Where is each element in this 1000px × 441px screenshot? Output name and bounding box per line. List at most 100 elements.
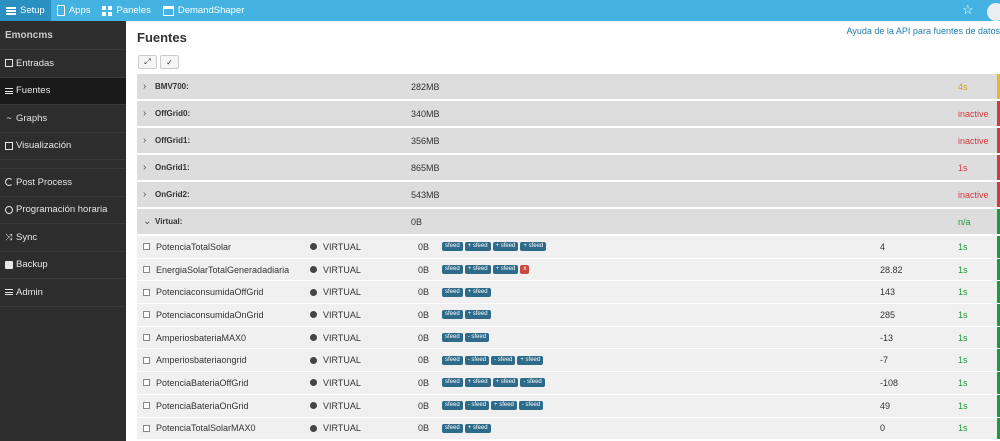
server-icon [5, 289, 13, 296]
process-list: sfeed + sfeed [442, 287, 491, 297]
feed-checkbox[interactable] [143, 243, 150, 251]
expand-all-button[interactable]: ⤢ [138, 55, 157, 69]
feed-checkbox[interactable] [143, 266, 150, 274]
feed-row[interactable]: EnergiaSolarTotalGeneradadiaria VIRTUAL 0B… [137, 258, 1000, 282]
group-size: 0B [411, 216, 423, 227]
nav-apps[interactable]: Apps [51, 0, 97, 21]
feed-value: -7 [880, 355, 889, 366]
feed-engine: VIRTUAL [323, 423, 361, 434]
feed-name: PotenciaBateriaOffGrid [156, 377, 249, 388]
group-name: OnGrid1: [155, 163, 190, 172]
feed-row[interactable]: Amperiosbateriaongrid VIRTUAL 0B sfeed - sfe… [137, 349, 1000, 373]
group-size: 865MB [411, 162, 440, 173]
feed-size: 0B [418, 400, 430, 411]
avatar[interactable] [987, 3, 1000, 21]
nav-setup[interactable]: Setup [0, 0, 51, 21]
feed-checkbox[interactable] [143, 424, 150, 432]
process-badge: sfeed [442, 333, 463, 343]
feed-size: 0B [418, 423, 430, 434]
feed-size: 0B [418, 377, 430, 388]
group-status: 1s [958, 162, 968, 173]
feed-value: 143 [880, 287, 896, 298]
process-badge: + sfeed [492, 242, 519, 252]
chevron-right-icon[interactable]: › [143, 189, 146, 200]
group-size: 282MB [411, 81, 440, 92]
feed-group-row[interactable]: › BMV700: 282MB 4s [137, 74, 1000, 101]
feed-engine: VIRTUAL [323, 264, 361, 275]
process-list: sfeed + sfeed [442, 310, 491, 320]
globe-icon [310, 424, 317, 432]
feed-checkbox[interactable] [143, 288, 150, 296]
process-list: sfeed - sfeed - sfeed + sfeed [442, 355, 544, 365]
process-badge: sfeed [442, 355, 463, 365]
group-size: 356MB [411, 135, 440, 146]
refresh-icon [5, 178, 13, 187]
globe-icon [310, 311, 317, 319]
feed-size: 0B [418, 287, 430, 298]
page-title: Fuentes [137, 30, 187, 45]
sidebar-item-entradas[interactable]: Entradas [0, 50, 126, 78]
feed-checkbox[interactable] [143, 356, 150, 364]
nav-paneles[interactable]: Paneles [96, 0, 156, 21]
sidebar-item-fuentes[interactable]: Fuentes [0, 77, 126, 105]
feed-row[interactable]: PotenciaTotalSolarMAX0 VIRTUAL 0B sfeed + sf… [137, 417, 1000, 441]
chevron-right-icon[interactable]: › [143, 162, 146, 173]
feed-row[interactable]: AmperiosbateriaMAX0 VIRTUAL 0B sfeed - sfeed… [137, 326, 1000, 350]
sidebar-item-sync[interactable]: ⤨ Sync [0, 224, 126, 252]
feed-group-row[interactable]: › OnGrid2: 543MB inactive [137, 182, 1000, 209]
group-name: OffGrid0: [155, 109, 191, 118]
group-status: inactive [958, 189, 989, 200]
sidebar-item-post-process[interactable]: Post Process [0, 169, 126, 197]
feed-list: › BMV700: 282MB 4s › OffGrid0: 340MB inactive › O… [137, 74, 1000, 441]
nav-demandshaper[interactable]: DemandShaper [157, 0, 251, 21]
sidebar-item-label: Visualización [16, 140, 72, 152]
group-name: OnGrid2: [155, 190, 190, 199]
group-name: BMV700: [155, 82, 189, 91]
feed-checkbox[interactable] [143, 402, 150, 410]
group-name: OffGrid1: [155, 136, 191, 145]
camera-icon [5, 260, 13, 269]
api-help-link[interactable]: Ayuda de la API para fuentes de datos [847, 26, 1000, 36]
chevron-right-icon[interactable]: › [143, 108, 146, 119]
chevron-down-icon[interactable]: ⌄ [143, 216, 151, 227]
sidebar-item-graphs[interactable]: ~ Graphs [0, 105, 126, 133]
clock-icon [5, 205, 13, 214]
select-all-button[interactable]: ✓ [160, 55, 179, 69]
feed-engine: VIRTUAL [323, 400, 361, 411]
feed-interval: 1s [958, 332, 968, 343]
feed-row[interactable]: PotenciaBateriaOnGrid VIRTUAL 0B sfeed - sfe… [137, 394, 1000, 418]
process-badge: - sfeed [464, 355, 490, 365]
process-badge: - sfeed [491, 355, 516, 365]
feed-engine: VIRTUAL [323, 332, 361, 343]
feed-group-row[interactable]: › OffGrid0: 340MB inactive [137, 101, 1000, 128]
star-icon[interactable]: ☆ [962, 3, 974, 17]
feed-group-row[interactable]: ⌄ Virtual: 0B n/a [137, 209, 1000, 236]
process-badge: + sfeed [492, 378, 519, 388]
feed-checkbox[interactable] [143, 334, 150, 342]
feed-checkbox[interactable] [143, 379, 150, 387]
process-badge: + sfeed [491, 401, 517, 411]
feed-group-row[interactable]: › OnGrid1: 865MB 1s [137, 155, 1000, 182]
feed-name: AmperiosbateriaMAX0 [156, 332, 247, 343]
process-badge: + sfeed [464, 423, 491, 433]
feed-name: Amperiosbateriaongrid [156, 355, 247, 366]
feed-checkbox[interactable] [143, 311, 150, 319]
process-badge: + sfeed [464, 378, 491, 388]
feed-size: 0B [418, 309, 430, 320]
chevron-right-icon[interactable]: › [143, 135, 146, 146]
feed-row[interactable]: PotenciaconsumidaOnGrid VIRTUAL 0B sfeed + s… [137, 304, 1000, 327]
shuffle-icon: ⤨ [5, 232, 13, 243]
sidebar-item-backup[interactable]: Backup [0, 252, 126, 279]
inputs-icon [5, 59, 13, 68]
feed-size: 0B [418, 241, 430, 252]
feed-row[interactable]: PotenciaconsumidaOffGrid VIRTUAL 0B sfeed + … [137, 281, 1000, 305]
chevron-right-icon[interactable]: › [143, 81, 146, 92]
nav-setup-label: Setup [20, 5, 45, 16]
sidebar-item-programacion[interactable]: Programación horaria [0, 197, 126, 224]
feed-row[interactable]: PotenciaTotalSolar VIRTUAL 0B sfeed + sfeed +… [137, 236, 1000, 259]
feed-group-row[interactable]: › OffGrid1: 356MB inactive [137, 128, 1000, 155]
feed-row[interactable]: PotenciaBateriaOffGrid VIRTUAL 0B sfeed + sf… [137, 372, 1000, 395]
group-status: n/a [958, 216, 971, 227]
sidebar-item-visualizacion[interactable]: Visualización [0, 133, 126, 160]
sidebar-item-admin[interactable]: Admin [0, 279, 126, 307]
